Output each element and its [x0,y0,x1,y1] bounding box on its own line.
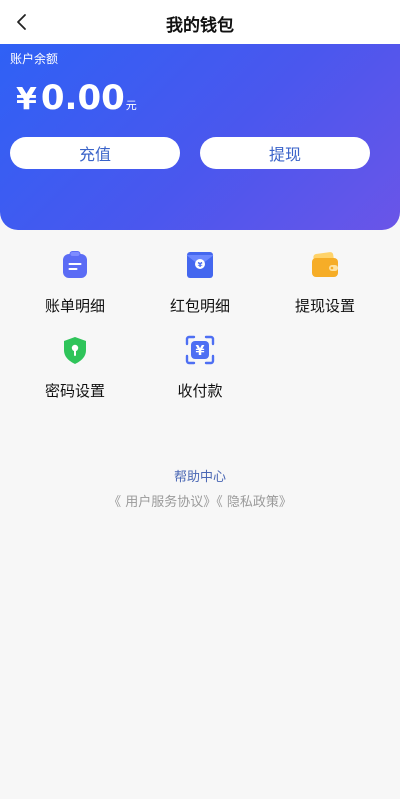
menu-item-red-packet-details[interactable]: ¥ 红包明细 [145,249,255,319]
scan-yuan-icon: ¥ [184,334,216,366]
menu-item-bill-details[interactable]: 账单明细 [20,249,130,319]
svg-text:¥: ¥ [195,344,204,359]
shield-lock-icon [59,334,91,366]
svg-text:¥: ¥ [198,261,203,269]
recharge-button[interactable]: 充值 [10,137,180,169]
menu-item-withdraw-settings[interactable]: 提现设置 [270,249,380,319]
withdraw-button[interactable]: 提现 [200,137,370,169]
wallet-balance-card: 账户余额 ¥ 0.00 元 充值 提现 [0,44,400,230]
menu-item-receive-pay[interactable]: ¥ 收付款 [145,334,255,404]
menu-item-label: 账单明细 [44,297,105,315]
bill-clipboard-icon [59,249,91,281]
user-agreement-link[interactable]: 《 用户服务协议》 [108,495,216,510]
balance-amount: ¥ 0.00 元 [16,78,137,118]
help-center-link[interactable]: 帮助中心 [0,466,400,485]
red-packet-icon: ¥ [184,249,216,281]
menu-item-label: 收付款 [177,382,223,400]
balance-value: 0.00 [40,78,125,118]
privacy-policy-link[interactable]: 《 隐私政策》 [216,495,292,510]
balance-unit: 元 [125,99,137,112]
page-title: 我的钱包 [166,16,234,36]
balance-label: 账户余额 [10,52,59,66]
menu-item-password-settings[interactable]: 密码设置 [20,334,130,404]
wallet-card-icon [309,249,341,281]
menu-item-label: 密码设置 [44,382,105,400]
top-nav-bar: 我的钱包 [0,0,400,44]
currency-symbol: ¥ [16,82,37,117]
menu-item-label: 提现设置 [294,297,355,315]
agreement-links: 《 用户服务协议》《 隐私政策》 [0,491,400,510]
menu-item-label: 红包明细 [169,297,230,315]
